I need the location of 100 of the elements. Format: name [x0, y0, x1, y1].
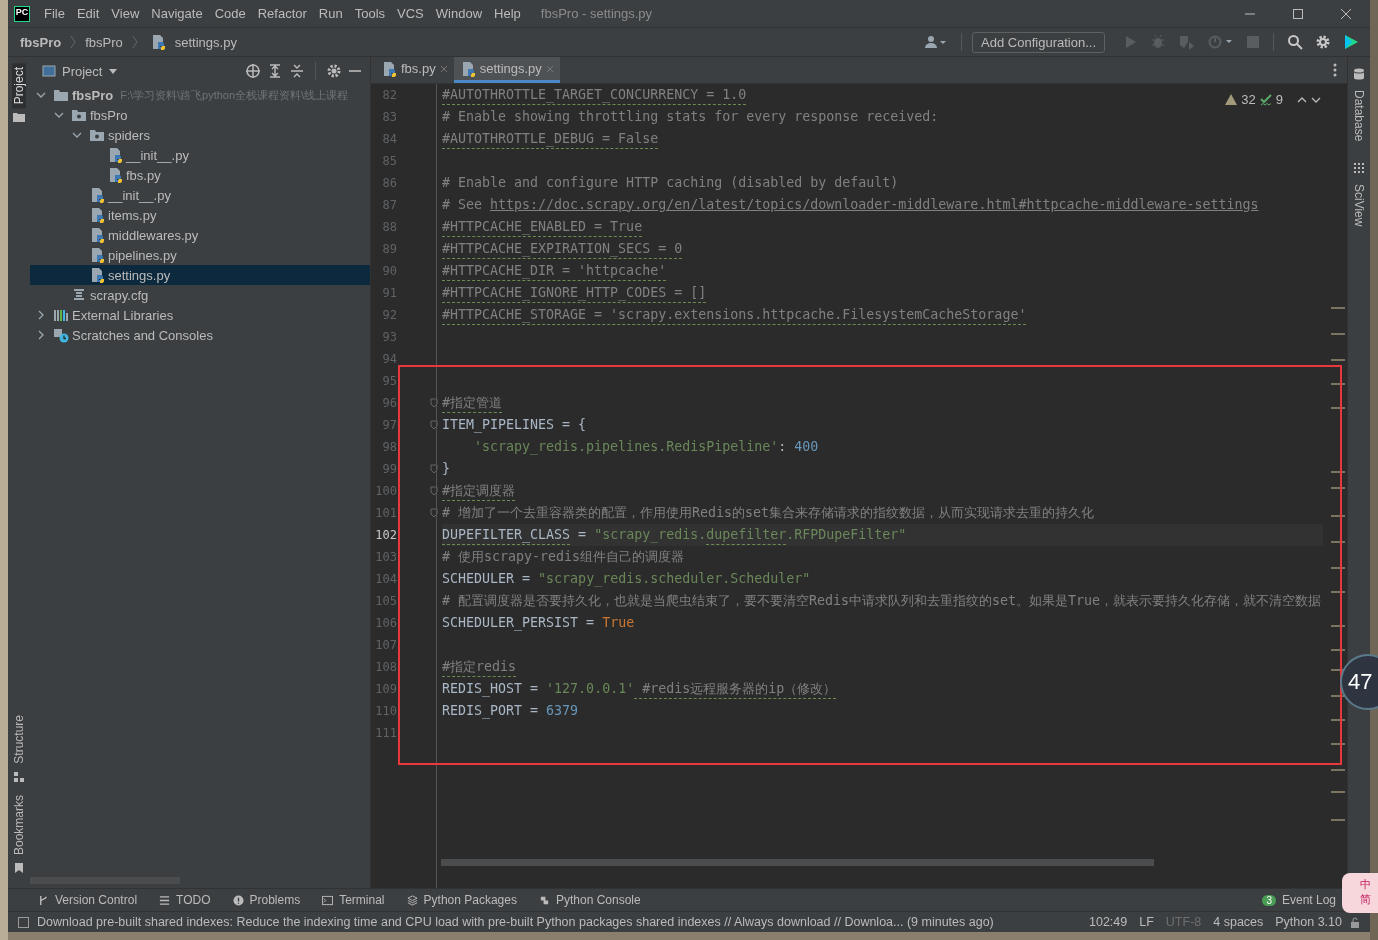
add-configuration-button[interactable]: Add Configuration... — [972, 31, 1105, 53]
url-link[interactable]: https://doc.scrapy.org/en/latest/topics/downloader-middleware.html#httpcache-middleware-settings — [490, 195, 1259, 215]
line-number: 93 — [381, 330, 397, 344]
breadcrumb[interactable]: fbsPro — [85, 34, 123, 50]
tree-item[interactable]: middlewares.py — [30, 225, 370, 245]
profiler-icon[interactable] — [1208, 34, 1234, 50]
notification-count: 3 — [1262, 894, 1276, 906]
python-file-icon — [89, 227, 105, 243]
tool-window-button[interactable]: Python Packages — [406, 893, 517, 907]
branch-icon — [38, 894, 49, 906]
tree-item[interactable]: pipelines.py — [30, 245, 370, 265]
code-line: # 配置调度器是否要持久化，也就是当爬虫结束了，要不要清空Redis中请求队列和去重指纹的set。如果是True，就表示要持久化存储，就不清空数据 — [442, 591, 1322, 610]
python-file-icon — [107, 147, 123, 163]
more-icon[interactable] — [1333, 63, 1337, 77]
line-number: 87 — [381, 198, 397, 212]
line-number: 92 — [381, 308, 397, 322]
crosshair-icon[interactable] — [245, 63, 261, 79]
tool-window-button[interactable]: Problems — [232, 893, 301, 907]
menu-item[interactable]: Navigate — [145, 6, 209, 21]
panel-title[interactable]: Project — [62, 63, 103, 79]
tree-item[interactable]: fbsPro — [30, 105, 370, 125]
maximize-icon[interactable] — [1292, 7, 1304, 20]
python-file-icon — [89, 267, 105, 283]
tool-window-button[interactable]: Python Console — [538, 893, 641, 907]
fold-marker-icon[interactable] — [430, 508, 438, 518]
chevron-down-icon[interactable] — [1311, 95, 1321, 104]
settings-icon[interactable] — [1315, 34, 1331, 50]
fold-marker-icon[interactable] — [430, 464, 438, 474]
tool-window-button[interactable]: TODO — [159, 893, 211, 907]
python-file-icon — [381, 60, 397, 77]
code-line: DUPEFILTER_CLASS = "scrapy_redis.dupefilter.RFPDupeFilter" — [442, 525, 907, 545]
editor-tab[interactable]: fbs.py — [375, 57, 454, 83]
input-method-widget[interactable]: 中 简 — [1342, 873, 1378, 913]
user-icon[interactable] — [924, 34, 949, 50]
status-item[interactable]: 4 spaces — [1213, 915, 1264, 929]
config-file-icon — [71, 287, 87, 303]
lock-icon[interactable] — [1350, 916, 1360, 928]
tree-item[interactable]: fbs.py — [30, 165, 370, 185]
tree-item[interactable]: spiders — [30, 125, 370, 145]
line-number: 107 — [374, 638, 397, 652]
menu-item[interactable]: Edit — [70, 6, 106, 21]
menu-item[interactable]: Help — [488, 6, 527, 21]
code-line: #指定redis — [442, 657, 517, 677]
tool-window-tab[interactable]: Project — [12, 63, 26, 109]
expand-all-icon[interactable] — [267, 63, 283, 79]
fold-marker-icon[interactable] — [430, 398, 438, 408]
panel-toggle-icon[interactable] — [18, 916, 29, 928]
code-line: #HTTPCACHE_EXPIRATION_SECS = 0 — [442, 239, 683, 259]
tree-item[interactable]: scrapy.cfg — [30, 285, 370, 305]
event-log-button[interactable]: 3 Event Log — [1262, 893, 1336, 907]
close-icon[interactable] — [1340, 7, 1352, 20]
status-item[interactable]: Python 3.10 — [1275, 915, 1342, 929]
breadcrumb[interactable]: fbsPro — [20, 34, 62, 50]
plugin-logo-icon[interactable] — [1343, 34, 1359, 50]
status-item[interactable]: LF — [1139, 915, 1154, 929]
fold-marker-icon[interactable] — [430, 420, 438, 430]
chevron-up-icon[interactable] — [1297, 95, 1307, 104]
settings-icon[interactable] — [326, 63, 342, 79]
terminal-icon — [322, 894, 334, 906]
menu-item[interactable]: Refactor — [251, 6, 313, 21]
tool-window-tab[interactable]: SciView — [1352, 182, 1366, 245]
menu-item[interactable]: Code — [208, 6, 252, 21]
warning-count[interactable]: 32 — [1241, 92, 1256, 107]
caret-icon[interactable] — [108, 66, 119, 76]
tool-window-button[interactable]: Terminal — [322, 893, 385, 907]
search-icon[interactable] — [1287, 34, 1303, 50]
menu-item[interactable]: View — [105, 6, 146, 21]
code-line: # 使用scrapy-redis组件自己的调度器 — [442, 547, 685, 566]
collapse-all-icon[interactable] — [289, 63, 305, 79]
status-item[interactable]: 102:49 — [1089, 915, 1128, 929]
database-icon — [1353, 68, 1365, 80]
warning-icon — [1225, 94, 1238, 105]
menu-item[interactable]: Window — [429, 6, 489, 21]
menu-item[interactable]: Tools — [348, 6, 392, 21]
tool-window-tab[interactable]: Structure — [12, 711, 26, 768]
code-line: 'scrapy_redis.pipelines.RedisPipeline': 400 — [473, 437, 819, 457]
editor-tab[interactable]: settings.py — [453, 57, 560, 83]
fold-marker-icon[interactable] — [430, 486, 438, 496]
scrollbar-thumb[interactable] — [441, 859, 1154, 866]
menu-item[interactable]: File — [38, 6, 71, 21]
tree-item[interactable]: __init__.py — [30, 145, 370, 165]
line-number: 98 — [381, 440, 397, 454]
typo-count[interactable]: 9 — [1275, 92, 1283, 107]
tool-window-tab[interactable]: Bookmarks — [12, 790, 26, 859]
line-number: 88 — [381, 220, 397, 234]
tree-item[interactable]: Scratches and Consoles — [30, 325, 370, 345]
close-icon[interactable] — [439, 64, 448, 73]
tree-item[interactable]: __init__.py — [30, 185, 370, 205]
tool-window-tab[interactable]: Database — [1352, 88, 1366, 160]
window-title: fbsPro - settings.py — [540, 6, 653, 21]
breadcrumb[interactable]: settings.py — [174, 34, 237, 50]
code-line: #指定管道 — [442, 393, 502, 413]
menu-item[interactable]: VCS — [391, 6, 430, 21]
status-message[interactable]: Download pre-built shared indexes: Reduce the indexing time and CPU load with pre-built Python packages shared indexes // Always download // Downloa... (9 minutes ago) — [37, 915, 994, 929]
tree-item[interactable]: External Libraries — [30, 305, 370, 325]
python-file-icon — [107, 167, 123, 183]
tree-item[interactable]: items.py — [30, 205, 370, 225]
menu-item[interactable]: Run — [312, 6, 349, 21]
tool-window-button[interactable]: Version Control — [38, 893, 138, 907]
tree-item[interactable]: settings.py — [30, 265, 370, 285]
